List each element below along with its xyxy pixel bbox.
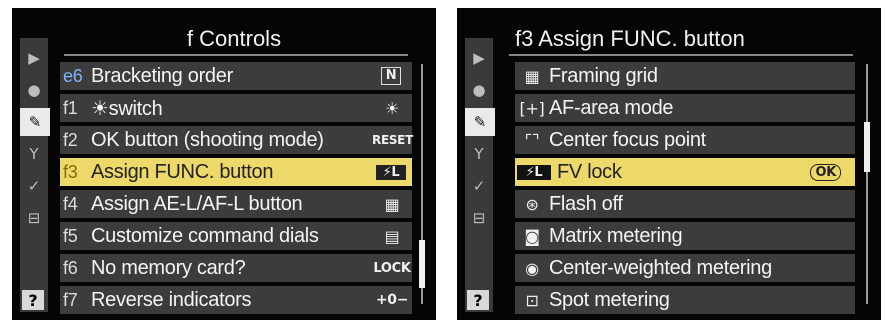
item-label: Reverse indicators bbox=[91, 288, 252, 311]
ae-af-lock-icon: ▦ bbox=[384, 194, 400, 214]
item-code: f4 bbox=[63, 193, 78, 214]
framing-grid-icon: ▦ bbox=[524, 66, 540, 86]
item-code: f2 bbox=[63, 129, 78, 150]
item-label: Bracketing order bbox=[91, 64, 233, 87]
menu-item-no-memory-card[interactable]: f6 No memory card? LOCK bbox=[60, 254, 412, 282]
menu-item-bracketing-order[interactable]: e6 Bracketing order N bbox=[60, 62, 412, 90]
option-label: FV lock bbox=[557, 160, 622, 183]
item-value: N bbox=[381, 67, 401, 85]
option-label: AF-area mode bbox=[549, 96, 674, 119]
option-label: Center-weighted metering bbox=[549, 256, 772, 279]
af-area-icon: [+] bbox=[519, 98, 545, 118]
item-code: f3 bbox=[63, 161, 78, 182]
focus-point-icon: ⌜⌝ bbox=[524, 130, 540, 150]
scrollbar-thumb[interactable] bbox=[419, 240, 425, 288]
custom-settings-menu-tab[interactable]: ✎ bbox=[20, 108, 50, 136]
title-divider bbox=[509, 54, 853, 56]
menu-item-assign-ae-l-af-l-button[interactable]: f4 Assign AE-L/AF-L button ▦ bbox=[60, 190, 412, 218]
ok-button-icon[interactable]: OK bbox=[810, 163, 841, 181]
item-value: ⚡L bbox=[376, 164, 406, 180]
controls-menu-screen: ▶ ● ✎ Y ✓ ⊟ ? f Controls e6 Bracketing o… bbox=[12, 8, 436, 320]
matrix-metering-icon: ◙ bbox=[524, 226, 540, 246]
menu-tabs: ▶ ● ✎ Y ✓ ⊟ bbox=[20, 38, 50, 312]
option-center-focus-point[interactable]: ⌜⌝ Center focus point bbox=[515, 126, 855, 154]
option-label: Matrix metering bbox=[549, 224, 683, 247]
option-label: Center focus point bbox=[549, 128, 706, 151]
item-value: LOCK bbox=[373, 260, 411, 276]
option-spot-metering[interactable]: ⊡ Spot metering bbox=[515, 286, 855, 314]
center-weighted-metering-icon: ◉ bbox=[525, 258, 539, 278]
menu-item-ok-button[interactable]: f2 OK button (shooting mode) RESET bbox=[60, 126, 413, 154]
item-value: +0− bbox=[375, 292, 409, 308]
menu-list: e6 Bracketing order N f1 ☀switch ☀ f2 OK… bbox=[60, 62, 413, 318]
setup-menu-tab[interactable]: Y bbox=[22, 140, 46, 168]
item-value: RESET bbox=[372, 133, 413, 147]
item-code: f6 bbox=[63, 257, 78, 278]
custom-settings-menu-tab[interactable]: ✎ bbox=[465, 108, 495, 136]
fv-lock-icon: ⚡L bbox=[517, 164, 551, 180]
spot-metering-icon: ⊡ bbox=[525, 290, 539, 310]
option-label: Flash off bbox=[549, 192, 623, 215]
option-flash-off[interactable]: ⊛ Flash off bbox=[515, 190, 855, 218]
playback-menu-tab[interactable]: ▶ bbox=[467, 44, 491, 72]
menu-item-customize-command-dials[interactable]: f5 Customize command dials ▤ bbox=[60, 222, 412, 250]
retouch-menu-tab[interactable]: ✓ bbox=[467, 172, 491, 200]
option-center-weighted-metering[interactable]: ◉ Center-weighted metering bbox=[515, 254, 855, 282]
option-matrix-metering[interactable]: ◙ Matrix metering bbox=[515, 222, 855, 250]
item-code: f7 bbox=[63, 289, 78, 310]
item-label: OK button (shooting mode) bbox=[91, 128, 324, 151]
item-code: f5 bbox=[63, 225, 78, 246]
page-title: f3 Assign FUNC. button bbox=[515, 26, 745, 51]
command-dial-icon: ▤ bbox=[384, 226, 400, 246]
item-label: ☀switch bbox=[91, 97, 163, 120]
playback-menu-tab[interactable]: ▶ bbox=[22, 44, 46, 72]
setup-menu-tab[interactable]: Y bbox=[467, 140, 491, 168]
shooting-menu-tab[interactable]: ● bbox=[22, 76, 46, 104]
retouch-menu-tab[interactable]: ✓ bbox=[22, 172, 46, 200]
help-icon[interactable]: ? bbox=[22, 290, 44, 310]
item-label: Customize command dials bbox=[91, 224, 319, 247]
help-icon[interactable]: ? bbox=[467, 290, 489, 310]
option-framing-grid[interactable]: ▦ Framing grid bbox=[515, 62, 855, 90]
page-title: f Controls bbox=[186, 26, 282, 51]
assign-func-button-screen: ▶ ● ✎ Y ✓ ⊟ ? f3 Assign FUNC. button ▦ F… bbox=[457, 8, 881, 320]
item-label: No memory card? bbox=[91, 256, 246, 279]
option-list: ▦ Framing grid [+] AF-area mode ⌜⌝ Cente… bbox=[515, 62, 855, 318]
item-code: e6 bbox=[63, 65, 83, 86]
menu-tabs: ▶ ● ✎ Y ✓ ⊟ bbox=[465, 38, 495, 312]
option-label: Framing grid bbox=[549, 64, 658, 87]
option-label: Spot metering bbox=[549, 288, 670, 311]
menu-item-light-switch[interactable]: f1 ☀switch ☀ bbox=[60, 94, 412, 122]
option-af-area-mode[interactable]: [+] AF-area mode bbox=[515, 94, 855, 122]
item-value: ☀ bbox=[384, 98, 400, 118]
option-fv-lock[interactable]: ⚡L FV lock OK bbox=[515, 158, 855, 186]
item-code: f1 bbox=[63, 97, 78, 118]
my-menu-tab[interactable]: ⊟ bbox=[22, 204, 46, 232]
flash-off-icon: ⊛ bbox=[525, 194, 539, 214]
menu-item-reverse-indicators[interactable]: f7 Reverse indicators +0− bbox=[60, 286, 412, 314]
menu-item-assign-func-button[interactable]: f3 Assign FUNC. button ⚡L bbox=[60, 158, 412, 186]
scrollbar-thumb[interactable] bbox=[864, 122, 870, 172]
title-divider bbox=[64, 54, 408, 56]
scrollbar-track[interactable] bbox=[866, 64, 868, 304]
item-label: Assign FUNC. button bbox=[91, 160, 274, 183]
shooting-menu-tab[interactable]: ● bbox=[467, 76, 491, 104]
item-label: Assign AE-L/AF-L button bbox=[91, 192, 303, 215]
my-menu-tab[interactable]: ⊟ bbox=[467, 204, 491, 232]
